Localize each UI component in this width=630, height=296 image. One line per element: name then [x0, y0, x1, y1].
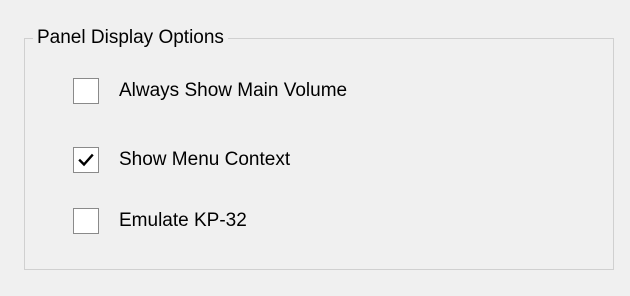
always-show-main-volume-checkbox[interactable]	[73, 78, 99, 104]
always-show-main-volume-label: Always Show Main Volume	[119, 80, 348, 101]
emulate-kp-32-checkbox[interactable]	[73, 208, 99, 234]
show-menu-context-checkbox[interactable]	[73, 147, 99, 173]
group-title: Panel Display Options	[33, 25, 228, 51]
emulate-kp-32-label: Emulate KP-32	[119, 210, 247, 231]
panel-display-options-group: Panel Display Options Always Show Main V…	[24, 25, 614, 270]
always-show-main-volume-option[interactable]: Always Show Main Volume	[73, 77, 347, 105]
checkmark-icon	[78, 153, 94, 167]
show-menu-context-label: Show Menu Context	[119, 149, 291, 170]
emulate-kp-32-option[interactable]: Emulate KP-32	[73, 207, 247, 235]
show-menu-context-option[interactable]: Show Menu Context	[73, 146, 290, 174]
